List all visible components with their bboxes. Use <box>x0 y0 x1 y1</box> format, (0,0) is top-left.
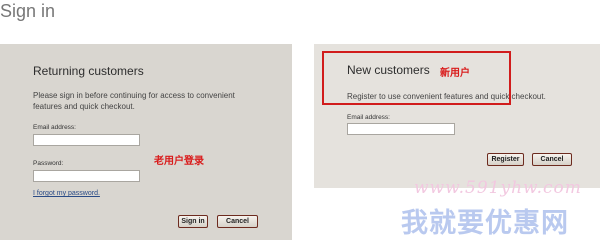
new-email-field[interactable] <box>347 123 455 135</box>
returning-description-line2: features and quick checkout. <box>33 102 135 111</box>
watermark-url: www.591yhw.com <box>414 178 582 198</box>
register-button[interactable]: Register <box>487 153 524 166</box>
new-cancel-button[interactable]: Cancel <box>532 153 572 166</box>
email-label: Email address: <box>33 124 76 131</box>
returning-annotation: 老用户登录 <box>154 156 204 167</box>
forgot-password-link[interactable]: I forgot my password. <box>33 190 100 197</box>
email-field[interactable] <box>33 134 140 146</box>
highlight-box <box>322 51 511 105</box>
returning-customers-heading: Returning customers <box>33 64 144 78</box>
page-title: Sign in <box>0 1 56 21</box>
returning-description-line1: Please sign in before continuing for acc… <box>33 91 235 100</box>
password-label: Password: <box>33 160 64 167</box>
password-field[interactable] <box>33 170 140 182</box>
returning-customers-panel: Returning customers Please sign in befor… <box>0 44 292 240</box>
new-email-label: Email address: <box>347 114 390 121</box>
cancel-button[interactable]: Cancel <box>217 215 258 228</box>
watermark-logo-text: 我就要优惠网 <box>401 208 569 239</box>
sign-in-button[interactable]: Sign in <box>178 215 208 228</box>
